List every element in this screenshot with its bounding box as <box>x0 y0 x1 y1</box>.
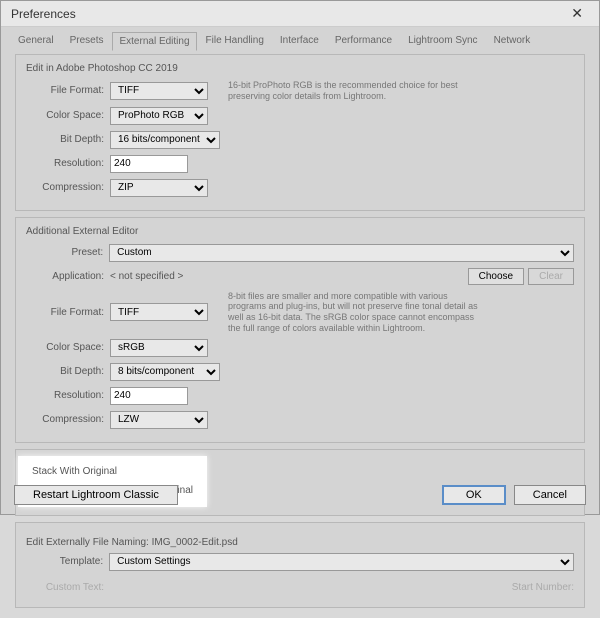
format-desc: 16-bit ProPhoto RGB is the recommended c… <box>228 80 488 102</box>
ok-button[interactable]: OK <box>442 485 506 505</box>
bit-depth-select-2[interactable]: 8 bits/component <box>110 363 220 381</box>
section-photoshop: Edit in Adobe Photoshop CC 2019 File For… <box>15 54 585 211</box>
resolution-label: Resolution: <box>26 390 110 401</box>
section-title: Edit in Adobe Photoshop CC 2019 <box>26 63 574 74</box>
section-stack: Stack With Original Stack With Original <box>15 449 585 516</box>
restart-button[interactable]: Restart Lightroom Classic <box>14 485 178 505</box>
tab-lightroom-sync[interactable]: Lightroom Sync <box>401 31 484 50</box>
titlebar: Preferences ✕ <box>1 1 599 27</box>
tab-network[interactable]: Network <box>487 31 538 50</box>
compression-select-2[interactable]: LZW <box>110 411 208 429</box>
resolution-input[interactable] <box>110 155 188 173</box>
section-external-editor: Additional External Editor Preset: Custo… <box>15 217 585 443</box>
tab-interface[interactable]: Interface <box>273 31 326 50</box>
color-space-select[interactable]: ProPhoto RGB <box>110 107 208 125</box>
application-value: < not specified > <box>110 271 183 282</box>
cancel-button[interactable]: Cancel <box>514 485 586 505</box>
format-desc-2: 8-bit files are smaller and more compati… <box>228 291 488 334</box>
section-naming: Edit Externally File Naming: IMG_0002-Ed… <box>15 522 585 608</box>
stack-title: Stack With Original <box>32 466 193 477</box>
resolution-input-2[interactable] <box>110 387 188 405</box>
section-title: Additional External Editor <box>26 226 574 237</box>
compression-label: Compression: <box>26 414 110 425</box>
file-format-label: File Format: <box>26 307 110 318</box>
start-number-label: Start Number: <box>512 582 574 593</box>
tab-file-handling[interactable]: File Handling <box>199 31 271 50</box>
application-label: Application: <box>26 271 110 282</box>
file-format-label: File Format: <box>26 85 110 96</box>
close-icon[interactable]: ✕ <box>565 5 589 22</box>
tab-external-editing[interactable]: External Editing <box>112 32 196 51</box>
bit-depth-label: Bit Depth: <box>26 366 110 377</box>
color-space-label: Color Space: <box>26 110 110 121</box>
tab-performance[interactable]: Performance <box>328 31 399 50</box>
tabs: GeneralPresetsExternal EditingFile Handl… <box>1 27 599 50</box>
compression-label: Compression: <box>26 182 110 193</box>
file-format-select-2[interactable]: TIFF <box>110 303 208 321</box>
bit-depth-select[interactable]: 16 bits/component <box>110 131 220 149</box>
color-space-select-2[interactable]: sRGB <box>110 339 208 357</box>
preset-label: Preset: <box>26 247 109 258</box>
naming-value: IMG_0002-Edit.psd <box>152 537 238 548</box>
file-format-select[interactable]: TIFF <box>110 82 208 100</box>
compression-select[interactable]: ZIP <box>110 179 208 197</box>
naming-prefix: Edit Externally File Naming: <box>26 537 149 548</box>
tab-general[interactable]: General <box>11 31 61 50</box>
template-select[interactable]: Custom Settings <box>109 553 574 571</box>
choose-button[interactable]: Choose <box>468 268 524 285</box>
template-label: Template: <box>26 556 109 567</box>
window-title: Preferences <box>11 7 76 21</box>
resolution-label: Resolution: <box>26 158 110 169</box>
bit-depth-label: Bit Depth: <box>26 134 110 145</box>
color-space-label: Color Space: <box>26 342 110 353</box>
custom-text-label: Custom Text: <box>26 582 110 593</box>
tab-presets[interactable]: Presets <box>63 31 111 50</box>
clear-button: Clear <box>528 268 574 285</box>
preset-select[interactable]: Custom <box>109 244 574 262</box>
